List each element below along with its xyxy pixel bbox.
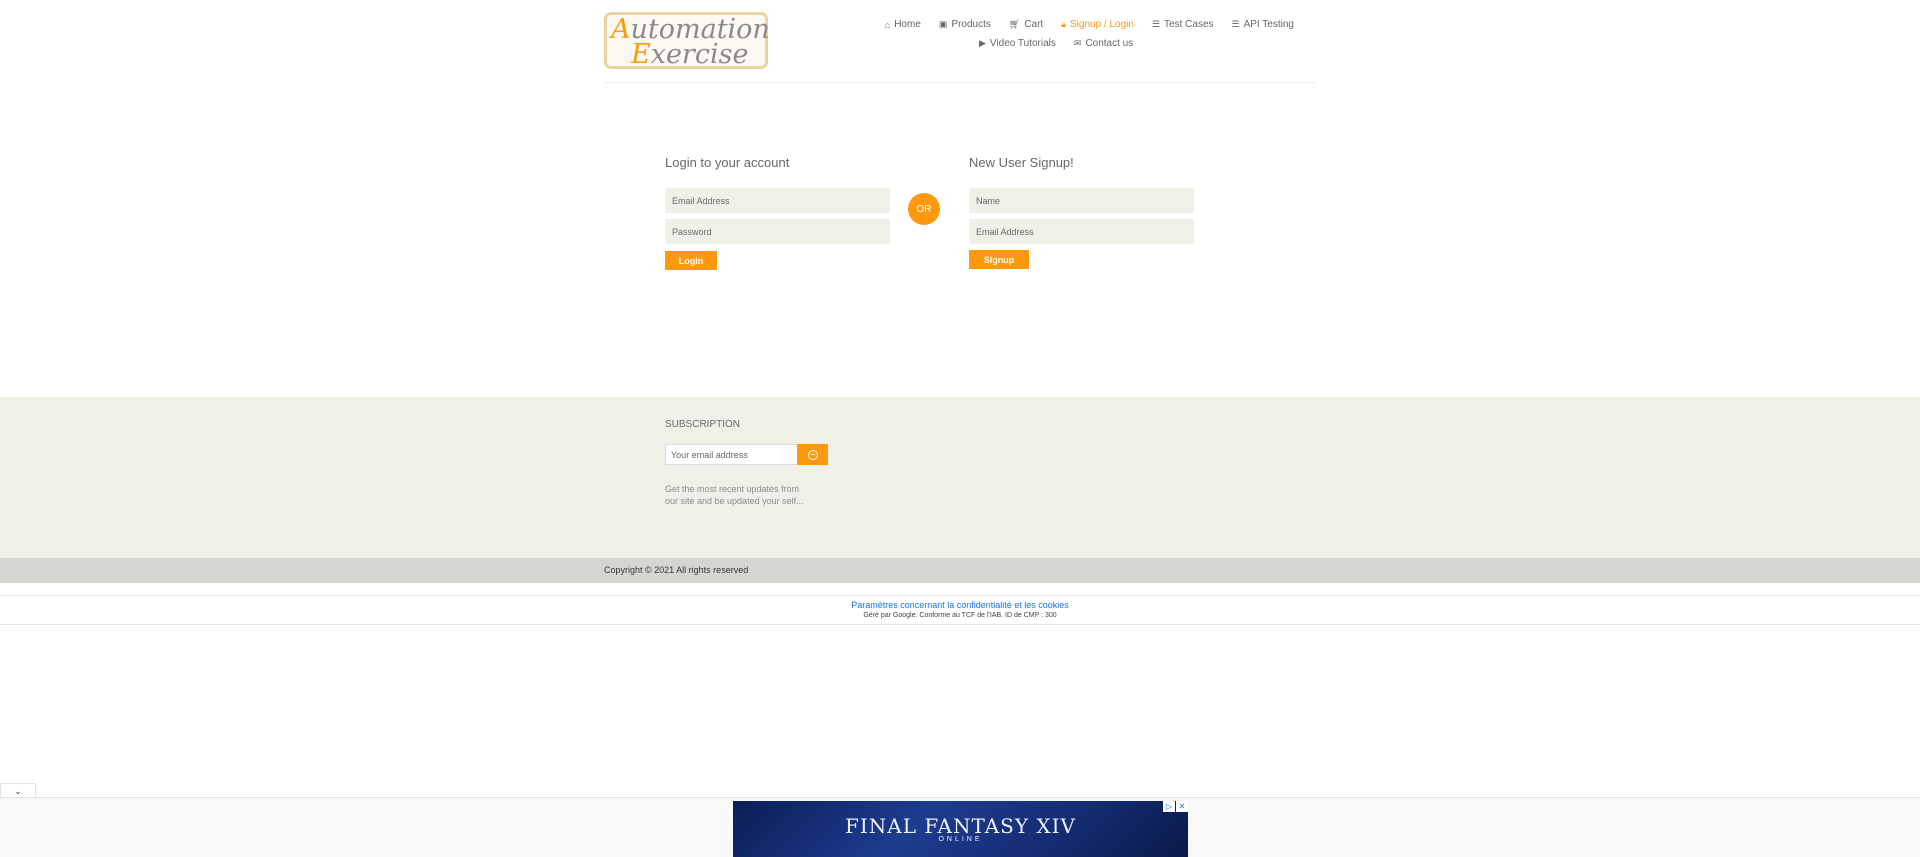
signup-title: New User Signup! [969,155,1074,170]
subscribe-button[interactable] [797,444,828,465]
login-form: Login to your account Login [665,155,890,270]
envelope-icon: ✉ [1073,38,1082,48]
privacy-settings-link[interactable]: Paramètres concernant la confidentialité… [0,600,1920,610]
ad-info-icon[interactable]: ▷ [1163,801,1175,812]
nav-products-label: Products [951,19,991,30]
nav-test-cases[interactable]: ☰ Test Cases [1152,17,1214,32]
login-button[interactable]: Login [665,251,717,270]
list-icon: ☰ [1231,19,1240,29]
nav-signup-login[interactable]: 🔒︎ Signup / Login [1061,17,1134,32]
consent-bar: Paramètres concernant la confidentialité… [0,595,1920,625]
signup-email-input[interactable] [969,219,1194,244]
subscription-title: SUBSCRIPTION [665,419,741,430]
nav-video-tutorials-label: Video Tutorials [989,38,1056,49]
subscription-description: Get the most recent updates from our sit… [665,484,804,506]
site-logo[interactable]: Automation Exercise [604,12,770,70]
signup-form: New User Signup! Signup [969,155,1194,269]
logo-cap-e: E [631,39,651,70]
nav-test-cases-label: Test Cases [1164,19,1214,30]
home-icon: ⌂ [884,19,891,30]
main-nav: ⌂ Home ▣ Products 🛒︎ Cart 🔒︎ Signup / Login … [854,17,1294,55]
ad-collapse-toggle[interactable]: ⌄ [0,783,36,798]
consent-subtext: Géré par Google. Conforme au TCF de l'IA… [863,612,1057,619]
copyright-text: Copyright © 2021 All rights reserved [604,565,749,575]
products-icon: ▣ [938,19,948,29]
nav-home[interactable]: ⌂ Home [885,17,921,32]
ad-title: FINAL FANTASY XIV [845,813,1076,838]
nav-cart[interactable]: 🛒︎ Cart [1009,17,1043,32]
list-icon: ☰ [1151,19,1161,29]
nav-api-testing-label: API Testing [1243,19,1294,30]
footer-bottom: Copyright © 2021 All rights reserved [0,558,1920,583]
youtube-icon: ▶ [979,38,986,48]
subscription-email-input[interactable] [665,444,798,465]
logo-cap-a: A [611,14,631,45]
lock-icon: 🔒︎ [1061,19,1067,29]
nav-products[interactable]: ▣ Products [939,17,991,32]
signup-button[interactable]: Signup [969,250,1029,269]
login-password-input[interactable] [665,219,890,244]
arrow-circle-right-icon [807,449,818,460]
nav-cart-label: Cart [1024,19,1044,30]
close-icon[interactable]: ✕ [1176,801,1188,812]
login-email-input[interactable] [665,188,890,213]
ad-controls: ▷ ✕ [1162,801,1188,812]
logo-text-2: xercise [650,39,749,70]
chevron-down-icon: ⌄ [14,785,22,796]
ad-subtitle: ONLINE [938,835,983,843]
site-header: Automation Exercise ⌂ Home ▣ Products 🛒︎ Ca… [604,12,1316,83]
footer-subscription: SUBSCRIPTION Get the most recent updates… [0,397,1920,558]
nav-contact-us-label: Contact us [1085,38,1134,49]
nav-home-label: Home [894,19,921,30]
login-title: Login to your account [665,155,790,170]
ad-bar: FINAL FANTASY XIV ONLINE ▷ ✕ [0,797,1920,857]
ad-banner[interactable]: FINAL FANTASY XIV ONLINE ▷ ✕ [733,801,1188,857]
or-badge: OR [908,193,940,225]
nav-video-tutorials[interactable]: ▶ Video Tutorials [979,36,1056,51]
signup-name-input[interactable] [969,188,1194,213]
cart-icon: 🛒︎ [1008,19,1021,29]
nav-contact-us[interactable]: ✉ Contact us [1074,36,1133,51]
nav-api-testing[interactable]: ☰ API Testing [1232,17,1294,32]
nav-signup-login-label: Signup / Login [1070,19,1134,30]
